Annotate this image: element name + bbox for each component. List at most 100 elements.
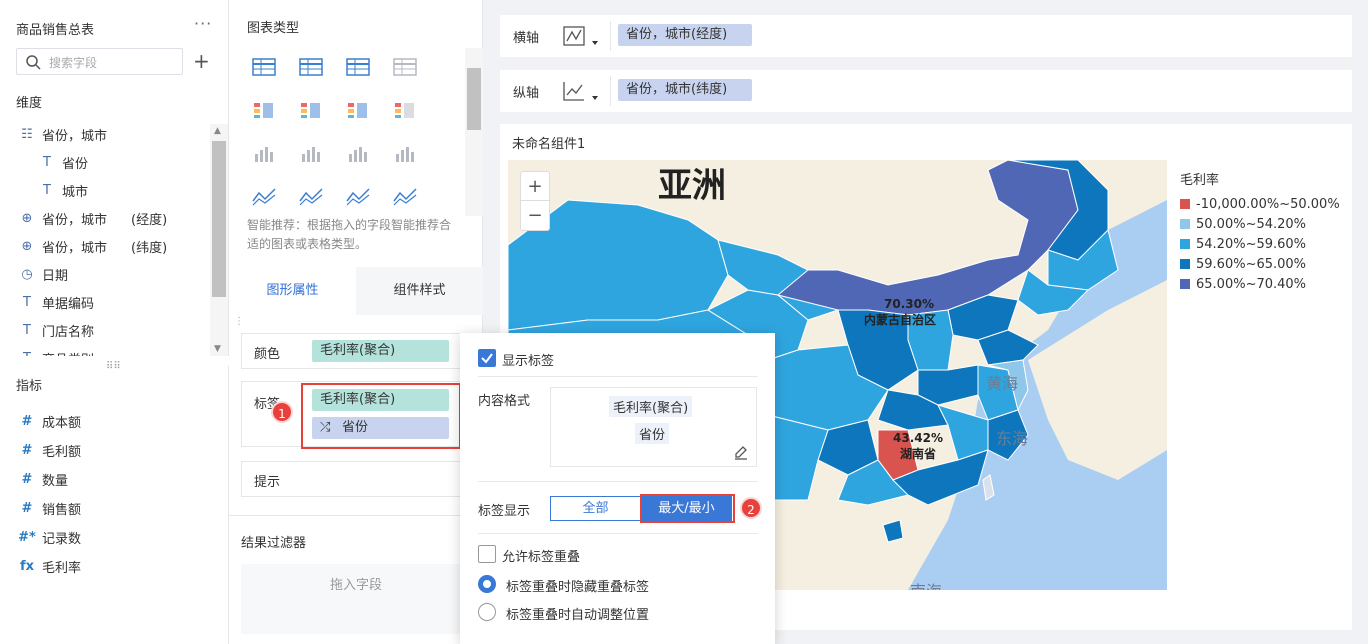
x-axis-field-chip[interactable]: 省份，城市(经度) — [618, 24, 752, 46]
metric-item[interactable]: #* 记录数 — [18, 527, 81, 547]
number-icon: # — [21, 500, 33, 516]
dimension-item[interactable]: ◷ 日期 — [18, 264, 68, 284]
divider — [478, 376, 758, 377]
legend-item[interactable]: 65.00%~70.40% — [1180, 274, 1340, 294]
region-taiwan[interactable] — [982, 474, 995, 501]
zoom-out-button[interactable]: − — [521, 201, 549, 230]
scroll-thumb[interactable] — [212, 141, 226, 297]
metric-label: 成本额 — [42, 415, 82, 431]
dimension-label: 单据编码 — [42, 296, 95, 312]
tab-shape-properties[interactable]: 图形属性 — [229, 267, 356, 315]
heatmap-icon[interactable] — [345, 99, 371, 121]
gantt-icon[interactable] — [345, 142, 371, 164]
hierarchy-icon: ☷ — [21, 126, 33, 142]
search-placeholder: 搜索字段 — [49, 56, 98, 70]
smart-hint: 智能推荐：根据拖入的字段智能推荐合适的图表或表格类型。 — [247, 218, 452, 251]
map-label-asia: 亚洲 — [658, 166, 726, 206]
dimension-item[interactable]: ⊕ 省份，城市 (纬度) — [18, 236, 168, 256]
legend-item[interactable]: 59.60%~65.00% — [1180, 254, 1340, 274]
bar-chart-icon[interactable] — [392, 99, 418, 121]
allow-overlap-checkbox[interactable] — [478, 545, 496, 563]
content-format-label: 内容格式 — [478, 394, 531, 409]
metric-item[interactable]: # 毛利额 — [18, 440, 81, 460]
color-field-chip[interactable]: 毛利率(聚合) — [312, 340, 449, 362]
number-icon: # — [21, 471, 33, 487]
column-chart-icon[interactable] — [251, 142, 277, 164]
radar-icon[interactable] — [345, 185, 371, 207]
dimension-item[interactable]: ☷ 省份，城市 — [18, 124, 107, 144]
divider — [478, 481, 758, 482]
number-icon: # — [21, 413, 33, 429]
hide-overlap-text: 标签重叠时隐藏重叠标签 — [506, 580, 650, 595]
scatter-grey-icon[interactable] — [392, 142, 418, 164]
tooltip-property[interactable]: 提示 — [241, 461, 471, 497]
metrics-title: 指标 — [16, 379, 43, 394]
dimension-item[interactable]: T 城市 — [38, 180, 88, 200]
edit-icon[interactable] — [733, 444, 749, 460]
legend-item[interactable]: -10,000.00%~50.00% — [1180, 194, 1340, 214]
dimension-item[interactable]: ⊕ 省份，城市 (经度) — [18, 208, 168, 228]
data-label-value: 70.30% — [884, 297, 934, 311]
content-format-box[interactable]: 毛利率(聚合) 省份 — [550, 387, 757, 467]
filter-drop-zone[interactable]: 拖入字段 — [241, 564, 471, 634]
legend-swatch — [1180, 199, 1190, 209]
adjust-overlap-radio[interactable] — [478, 603, 496, 621]
legend-item[interactable]: 54.20%~59.60% — [1180, 234, 1340, 254]
area-line-icon[interactable] — [298, 185, 324, 207]
highlight-box-1 — [301, 383, 461, 449]
dimensions-title: 维度 — [16, 96, 43, 111]
stream-icon[interactable] — [392, 185, 418, 207]
zoom-in-button[interactable]: + — [521, 172, 549, 201]
tab-component-style[interactable]: 组件样式 — [356, 267, 483, 315]
line-chart-icon[interactable] — [251, 185, 277, 207]
map-label-south-sea: 南海 — [910, 578, 942, 590]
more-menu-icon[interactable]: ··· — [194, 14, 212, 33]
metric-item[interactable]: # 成本额 — [18, 411, 81, 431]
metric-item[interactable]: # 销售额 — [18, 498, 81, 518]
divider — [229, 515, 483, 516]
scroll-thumb[interactable] — [467, 68, 481, 130]
color-table-icon[interactable] — [251, 99, 277, 121]
metric-label: 销售额 — [42, 502, 82, 518]
data-label-name: 湖南省 — [899, 447, 936, 461]
legend-label: 50.00%~54.20% — [1196, 216, 1307, 232]
dimension-label: 省份，城市 — [42, 240, 108, 256]
data-label-inner-mongolia: 70.30% 内蒙古自治区 — [864, 296, 936, 328]
content-field-1: 毛利率(聚合) — [609, 396, 693, 417]
cross-table-icon[interactable] — [298, 56, 324, 78]
color-property[interactable]: 颜色 毛利率(聚合) — [241, 333, 471, 369]
legend-swatch — [1180, 259, 1190, 269]
dimension-scrollbar[interactable]: ▲ ▼ — [210, 124, 228, 356]
chart-type-title: 图表类型 — [247, 21, 300, 36]
scroll-down-icon[interactable]: ▼ — [214, 344, 221, 354]
x-axis-type-icon[interactable] — [562, 25, 602, 49]
dimension-item[interactable]: T 省份 — [38, 152, 88, 172]
kpi-icon[interactable] — [392, 56, 418, 78]
check-icon — [481, 353, 493, 364]
y-axis-field-chip[interactable]: 省份，城市(纬度) — [618, 79, 752, 101]
detail-table-icon[interactable] — [345, 56, 371, 78]
resize-grip-icon[interactable]: ⠿⠿ — [106, 361, 121, 372]
dimension-item[interactable]: T 单据编码 — [18, 292, 94, 312]
step-badge-2: 2 — [740, 497, 762, 519]
hide-overlap-radio[interactable] — [478, 575, 496, 593]
label-display-all-button[interactable]: 全部 — [550, 496, 641, 521]
dot-table-icon[interactable] — [298, 99, 324, 121]
show-label-checkbox[interactable] — [478, 349, 496, 367]
step-badge-1: 1 — [271, 401, 293, 423]
dimension-label: 日期 — [42, 268, 69, 284]
text-field-icon: T — [43, 182, 51, 198]
column-grey-icon[interactable] — [298, 142, 324, 164]
metric-item[interactable]: fx 毛利率 — [18, 556, 81, 576]
dimension-item[interactable]: T 门店名称 — [18, 320, 94, 340]
drag-grip-icon[interactable]: ⋮ — [234, 316, 244, 327]
search-input[interactable]: 搜索字段 — [16, 48, 183, 75]
y-axis-type-icon[interactable] — [562, 80, 602, 104]
metric-item[interactable]: # 数量 — [18, 469, 68, 489]
legend-item[interactable]: 50.00%~54.20% — [1180, 214, 1340, 234]
chart-type-scrollbar[interactable] — [465, 48, 483, 216]
table-icon[interactable] — [251, 56, 277, 78]
content-field-2: 省份 — [635, 423, 670, 444]
scroll-up-icon[interactable]: ▲ — [214, 126, 221, 136]
add-field-button[interactable]: + — [193, 49, 210, 73]
